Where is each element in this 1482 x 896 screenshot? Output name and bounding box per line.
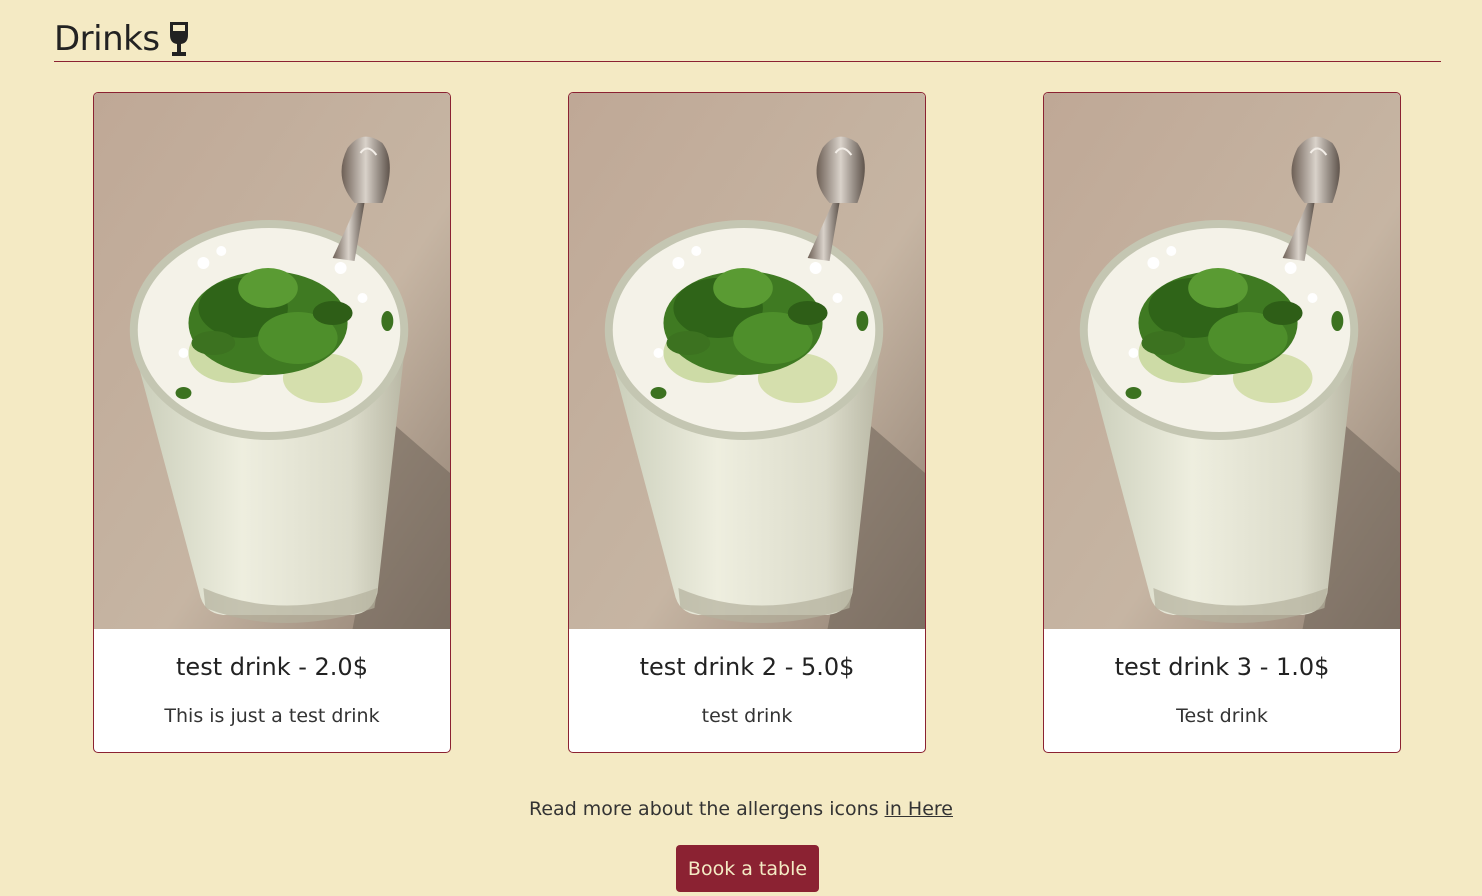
drinks-grid: test drink - 2.0$ This is just a test dr…: [93, 92, 1403, 756]
drink-description: This is just a test drink: [164, 705, 380, 727]
drink-title: test drink 2 - 5.0$: [639, 653, 855, 681]
book-table-button[interactable]: Book a table: [676, 845, 819, 892]
drink-card[interactable]: test drink - 2.0$ This is just a test dr…: [93, 92, 451, 753]
drink-description: test drink: [701, 705, 793, 727]
drink-card[interactable]: test drink 3 - 1.0$ Test drink: [1043, 92, 1401, 753]
drink-description: Test drink: [1176, 705, 1268, 727]
section-header: Drinks: [54, 16, 1441, 62]
allergens-link[interactable]: in Here: [885, 798, 953, 820]
drink-card[interactable]: test drink 2 - 5.0$ test drink: [568, 92, 926, 753]
allergens-text: Read more about the allergens icons: [529, 798, 885, 820]
drink-title: test drink - 2.0$: [176, 653, 368, 681]
wine-glass-icon: [169, 21, 188, 56]
allergens-note: Read more about the allergens icons in H…: [0, 798, 1482, 820]
page-title: Drinks: [54, 18, 160, 59]
card-body: test drink 3 - 1.0$ Test drink: [1044, 629, 1400, 752]
drink-image: [569, 93, 925, 629]
drink-title: test drink 3 - 1.0$: [1114, 653, 1330, 681]
card-body: test drink 2 - 5.0$ test drink: [569, 629, 925, 752]
card-body: test drink - 2.0$ This is just a test dr…: [94, 629, 450, 752]
drink-image: [1044, 93, 1400, 629]
drink-image: [94, 93, 450, 629]
